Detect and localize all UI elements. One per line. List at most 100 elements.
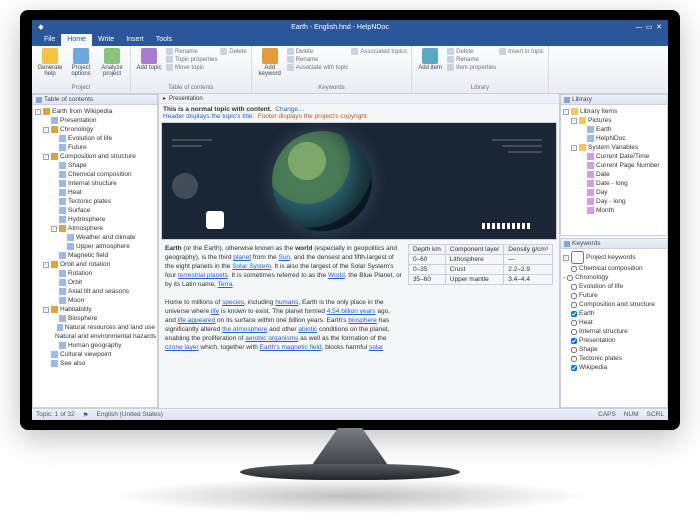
- expand-toggle[interactable]: -: [571, 118, 577, 124]
- tab-home[interactable]: Home: [61, 34, 92, 46]
- keyword-checkbox[interactable]: [571, 338, 577, 344]
- library-tree[interactable]: -Library items-PicturesEarthHelpNDoc-Sys…: [561, 105, 667, 235]
- expand-toggle[interactable]: -: [563, 273, 565, 282]
- tree-item[interactable]: Magnetic field: [33, 251, 157, 260]
- hyperlink[interactable]: solar: [369, 344, 383, 351]
- keyword-item[interactable]: Shape: [561, 345, 667, 354]
- tree-item[interactable]: Shape: [33, 161, 157, 170]
- tree-item[interactable]: Moon: [33, 296, 157, 305]
- rename-keyword-button[interactable]: Rename: [287, 56, 349, 63]
- expand-toggle[interactable]: -: [51, 226, 57, 232]
- keyword-item[interactable]: Heat: [561, 318, 667, 327]
- close-button[interactable]: ✕: [654, 23, 664, 31]
- tree-item[interactable]: -Earth from Wikipedia: [33, 107, 157, 116]
- keyword-item[interactable]: -Chronology: [561, 273, 667, 282]
- document-body[interactable]: Earth (or the Earth), otherwise known as…: [159, 240, 559, 408]
- maximize-button[interactable]: ▭: [644, 23, 654, 31]
- keyword-item[interactable]: Earth: [561, 309, 667, 318]
- tree-item[interactable]: Month: [561, 206, 667, 215]
- generate-help-button[interactable]: Generate help: [36, 48, 64, 77]
- tree-item[interactable]: -Chronology: [33, 125, 157, 134]
- keyword-item[interactable]: Composition and structure: [561, 300, 667, 309]
- expand-toggle[interactable]: -: [35, 109, 41, 115]
- hyperlink[interactable]: the atmosphere: [222, 326, 267, 333]
- keyword-checkbox[interactable]: [571, 311, 577, 317]
- keyword-checkbox[interactable]: [571, 347, 577, 353]
- tree-item[interactable]: Earth: [561, 125, 667, 134]
- tree-item[interactable]: -Library items: [561, 107, 667, 116]
- hyperlink[interactable]: species: [222, 299, 244, 306]
- keyword-checkbox[interactable]: [571, 251, 584, 264]
- delete-library-item-button[interactable]: Delete: [447, 48, 496, 55]
- hyperlink[interactable]: ozone layer: [165, 344, 199, 351]
- keyword-item[interactable]: Presentation: [561, 336, 667, 345]
- toc-tree[interactable]: -Earth from WikipediaPresentation-Chrono…: [33, 105, 157, 407]
- add-topic-button[interactable]: Add topic: [135, 48, 163, 71]
- tree-item[interactable]: Presentation: [33, 116, 157, 125]
- rename-topic-button[interactable]: Rename: [166, 48, 217, 55]
- expand-toggle[interactable]: -: [43, 154, 49, 160]
- hyperlink[interactable]: aerobic organisms: [245, 335, 298, 342]
- keyword-root[interactable]: -Project keywords: [561, 251, 667, 264]
- tree-item[interactable]: Orbit: [33, 278, 157, 287]
- keyword-checkbox[interactable]: [571, 320, 577, 326]
- hyperlink[interactable]: Earth's magnetic field: [260, 344, 322, 351]
- tree-item[interactable]: -Atmosphere: [33, 224, 157, 233]
- hyperlink[interactable]: humans: [275, 299, 298, 306]
- tree-item[interactable]: Internal structure: [33, 179, 157, 188]
- tree-item[interactable]: Natural resources and land use: [33, 323, 157, 332]
- tree-item[interactable]: Natural and environmental hazards: [33, 332, 157, 341]
- tree-item[interactable]: Weather and climate: [33, 233, 157, 242]
- tree-item[interactable]: Hydrosphere: [33, 215, 157, 224]
- topic-properties-button[interactable]: Topic properties: [166, 56, 217, 63]
- language-status[interactable]: English (United States): [97, 411, 163, 418]
- tree-item[interactable]: Date: [561, 170, 667, 179]
- hyperlink[interactable]: Sun: [278, 254, 290, 261]
- tree-item[interactable]: -Composition and structure: [33, 152, 157, 161]
- keyword-item[interactable]: Evolution of life: [561, 282, 667, 291]
- tree-item[interactable]: Heat: [33, 188, 157, 197]
- tree-item[interactable]: -Habitability: [33, 305, 157, 314]
- hyperlink[interactable]: Solar System: [232, 263, 271, 270]
- hyperlink[interactable]: 4.54 billion years: [327, 308, 376, 315]
- keyword-item[interactable]: Future: [561, 291, 667, 300]
- keyword-checkbox[interactable]: [571, 266, 577, 272]
- expand-toggle[interactable]: -: [563, 109, 569, 115]
- tree-item[interactable]: Day - long: [561, 197, 667, 206]
- hyperlink[interactable]: terrestrial planets: [178, 272, 228, 279]
- associate-keyword-button[interactable]: Associate with topic: [287, 64, 349, 71]
- keyword-checkbox[interactable]: [571, 356, 577, 362]
- tab-insert[interactable]: Insert: [120, 34, 150, 46]
- keyword-checkbox[interactable]: [567, 275, 573, 281]
- expand-toggle[interactable]: -: [43, 127, 49, 133]
- tree-item[interactable]: Date - long: [561, 179, 667, 188]
- hyperlink[interactable]: World: [328, 272, 345, 279]
- hyperlink[interactable]: life appeared: [178, 317, 216, 324]
- tree-item[interactable]: HelpNDoc: [561, 134, 667, 143]
- tree-item[interactable]: -Pictures: [561, 116, 667, 125]
- change-link[interactable]: Change…: [275, 106, 304, 113]
- expand-toggle[interactable]: -: [563, 255, 569, 261]
- keywords-tree[interactable]: -Project keywordsChemical composition-Ch…: [561, 249, 667, 407]
- hyperlink[interactable]: life: [211, 308, 219, 315]
- tab-write[interactable]: Write: [92, 34, 120, 46]
- hyperlink[interactable]: abiotic: [298, 326, 317, 333]
- tree-item[interactable]: Human geography: [33, 341, 157, 350]
- keyword-checkbox[interactable]: [571, 284, 577, 290]
- tree-item[interactable]: Tectonic plates: [33, 197, 157, 206]
- keyword-checkbox[interactable]: [571, 365, 577, 371]
- tree-item[interactable]: Chemical composition: [33, 170, 157, 179]
- keyword-checkbox[interactable]: [571, 293, 577, 299]
- keyword-item[interactable]: Chemical composition: [561, 264, 667, 273]
- keyword-item[interactable]: Wikipedia: [561, 363, 667, 372]
- tree-item[interactable]: Current Page Number: [561, 161, 667, 170]
- tree-item[interactable]: -Orbit and rotation: [33, 260, 157, 269]
- expand-toggle[interactable]: -: [43, 262, 49, 268]
- associated-topics-button[interactable]: Associated topics: [351, 48, 407, 55]
- project-options-button[interactable]: Project options: [67, 48, 95, 77]
- tree-item[interactable]: -System Variables: [561, 143, 667, 152]
- insert-in-topic-button[interactable]: Insert in topic: [499, 48, 544, 55]
- delete-keyword-button[interactable]: Delete: [287, 48, 349, 55]
- tree-item[interactable]: Day: [561, 188, 667, 197]
- keyword-item[interactable]: Tectonic plates: [561, 354, 667, 363]
